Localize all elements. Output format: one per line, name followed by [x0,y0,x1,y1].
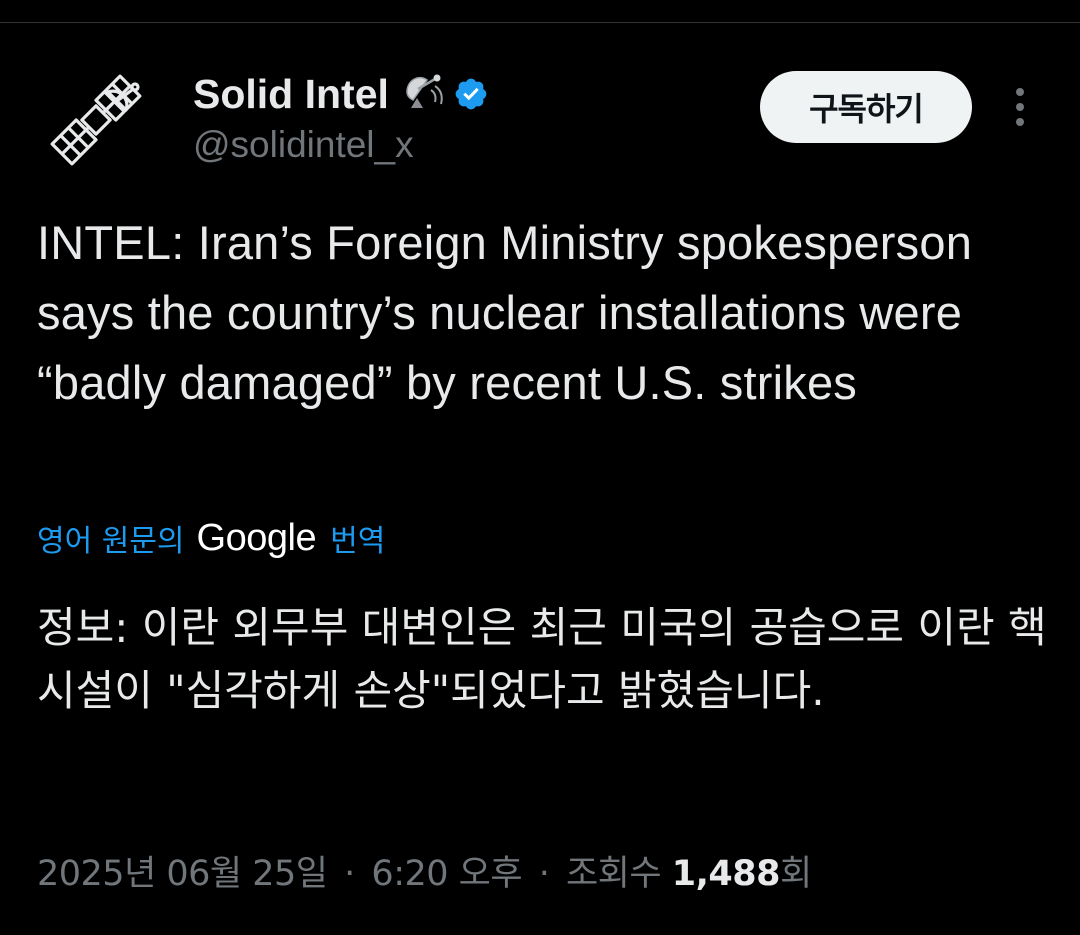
subscribe-button[interactable]: 구독하기 [760,71,972,143]
author-handle[interactable]: @solidintel_x [193,124,414,166]
views-label: 조회수 [565,854,662,894]
tweet-meta: 2025년 06월 25일 · 6:20 오후 · 조회수 1,488회 [37,845,812,896]
tweet-text: INTEL: Iran’s Foreign Ministry spokesper… [37,216,973,409]
satellite-antenna-icon [401,70,449,118]
translation-row[interactable]: 영어 원문의 Google 번역 [37,512,385,564]
translation-prefix[interactable]: 영어 원문의 [37,516,185,560]
meta-separator: · [538,854,550,894]
google-logo: Google [196,516,317,559]
tweet-time[interactable]: 6:20 오후 [371,854,522,894]
author-name-row[interactable]: Solid Intel [193,66,489,122]
top-divider [0,22,1080,23]
verified-badge-icon [453,76,489,112]
tweet-date[interactable]: 2025년 06월 25일 [37,854,328,894]
more-button[interactable] [1000,85,1040,129]
more-vertical-icon [1016,88,1024,126]
satellite-icon [50,74,142,166]
translated-text: 정보: 이란 외무부 대변인은 최근 미국의 공습으로 이란 핵 시설이 "심각… [37,603,1047,715]
views-suffix: 회 [779,854,812,894]
avatar[interactable] [46,70,146,170]
meta-separator: · [344,854,355,894]
translation-suffix[interactable]: 번역 [330,516,385,560]
author-display-name[interactable]: Solid Intel [193,71,389,118]
views-count: 1,488 [671,854,781,894]
